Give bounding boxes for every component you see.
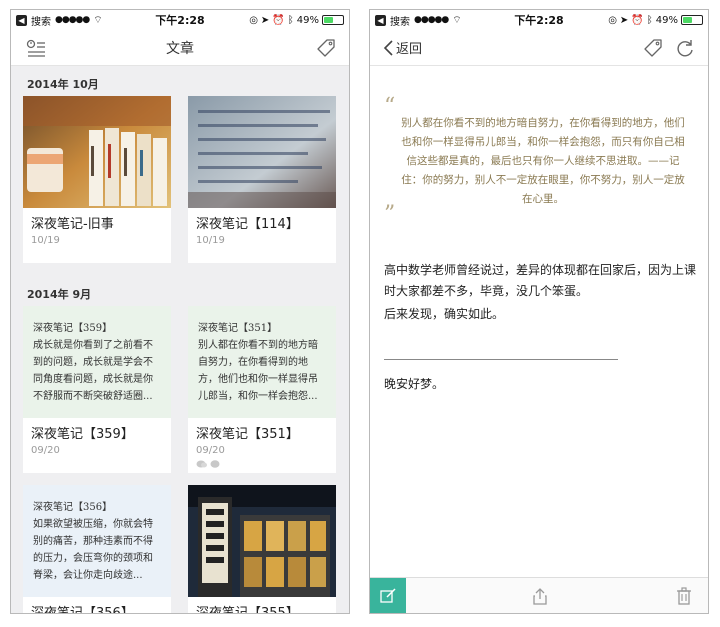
back-to-app-icon[interactable]: ◀: [16, 14, 27, 26]
status-time: 下午2:28: [514, 14, 564, 27]
lock-rotation-icon: ◎: [249, 14, 258, 26]
card-title: 深夜笔记【351】: [196, 427, 299, 442]
article-list-screen: ◀ 搜索 ●●●●● ⌔ 下午2:28 ◎ ➤ ⏰ ᛒ 49% 文章 2014年…: [10, 9, 350, 614]
share-icon[interactable]: [530, 586, 550, 606]
menu-list-icon[interactable]: [25, 37, 47, 59]
battery-icon: [322, 15, 344, 25]
carrier-label: 搜索: [31, 16, 51, 28]
chevron-left-icon: [383, 39, 393, 56]
divider: [384, 359, 618, 360]
quote-text: 别人都在你看不到的地方暗自努力，在你看得到的地方，他们也和你一样显得吊儿郎当，和…: [401, 117, 685, 205]
section-header-september: 2014年 9月: [27, 288, 92, 301]
page-title: 文章: [166, 40, 194, 57]
body-paragraph: 晚安好梦。: [384, 377, 445, 391]
card-title: 深夜笔记-旧事: [31, 217, 114, 232]
article-card[interactable]: 深夜笔记【114】 10/19: [188, 96, 336, 263]
body-paragraph: 高中数学老师曾经说过，差异的体现都在回家后，因为上课时大家都差不多，毕竟，没几个…: [384, 263, 697, 298]
article-card[interactable]: 深夜笔记【359】 成长就是你看到了之前看不到的问题，成长就是学会不同角度看问题…: [23, 306, 171, 473]
article-card[interactable]: 深夜笔记【356】 如果欲望被压缩，你就会特别的痛苦，那种违素而不得的压力，会压…: [23, 485, 171, 614]
bottom-toolbar: [370, 577, 708, 613]
card-date: 10/19: [196, 235, 225, 246]
refresh-icon[interactable]: [674, 37, 696, 59]
bookstore-photo: [188, 485, 336, 597]
signal-indicator: ●●●●●: [55, 15, 90, 25]
article-card[interactable]: 深夜笔记【355】: [188, 485, 336, 614]
alarm-icon: ⏰: [631, 14, 644, 26]
card-date: 09/20: [196, 445, 225, 456]
card-date: 09/20: [31, 445, 60, 456]
article-card[interactable]: 深夜笔记-旧事 10/19: [23, 96, 171, 263]
battery-icon: [681, 15, 703, 25]
back-button[interactable]: 返回: [382, 38, 422, 57]
card-title: 深夜笔记【359】: [31, 427, 134, 442]
card-preview-text: 深夜笔记【359】 成长就是你看到了之前看不到的问题，成长就是学会不同角度看问题…: [23, 306, 171, 418]
status-bar: ◀ 搜索 ●●●●● ⌔ 下午2:28 ◎ ➤ ⏰ ᛒ 49%: [11, 10, 349, 30]
section-header-october: 2014年 10月: [27, 78, 99, 91]
tag-icon[interactable]: [315, 37, 337, 59]
location-icon: ➤: [260, 14, 270, 26]
alarm-icon: ⏰: [272, 14, 285, 26]
card-title: 深夜笔记【355】: [196, 606, 299, 614]
lock-rotation-icon: ◎: [608, 14, 617, 26]
carrier-label: 搜索: [390, 16, 410, 28]
status-bar: ◀ 搜索 ●●●●● ⌔ 下午2:28 ◎ ➤ ⏰ ᛒ 49%: [370, 10, 708, 30]
status-time: 下午2:28: [155, 14, 205, 27]
bookshelf-photo: [23, 96, 171, 208]
body-paragraph: 后来发现，确实如此。: [384, 307, 505, 321]
nav-bar: 文章: [11, 30, 349, 66]
bluetooth-icon: ᛒ: [646, 14, 653, 26]
card-title: 深夜笔记【356】: [31, 606, 134, 614]
back-label: 返回: [396, 42, 423, 57]
open-quote-mark: “: [384, 94, 396, 119]
trash-icon[interactable]: [674, 586, 694, 606]
signal-indicator: ●●●●●: [414, 15, 449, 25]
nav-bar: 返回: [370, 30, 708, 66]
card-preview-text: 深夜笔记【356】 如果欲望被压缩，你就会特别的痛苦，那种违素而不得的压力，会压…: [23, 485, 171, 597]
article-card[interactable]: 深夜笔记【351】 别人都在你看不到的地方暗自努力，在你看得到的地方，他们也和你…: [188, 306, 336, 473]
card-preview-text: 深夜笔记【351】 别人都在你看不到的地方暗自努力，在你看得到的地方，他们也和你…: [188, 306, 336, 418]
wifi-icon: ⌔: [93, 14, 103, 26]
bluetooth-icon: ᛒ: [287, 14, 294, 26]
share-platform-icon: [196, 460, 220, 468]
article-detail-screen: ◀ 搜索 ●●●●● ⌔ 下午2:28 ◎ ➤ ⏰ ᛒ 49% 返回 “ 别人都…: [369, 9, 709, 614]
edit-button[interactable]: [370, 578, 406, 613]
close-quote-mark: ”: [384, 202, 396, 227]
card-date: 10/19: [31, 235, 60, 246]
location-icon: ➤: [619, 14, 629, 26]
card-title: 深夜笔记【114】: [196, 217, 299, 232]
handwritten-page-photo: [188, 96, 336, 208]
edit-icon: [380, 588, 396, 603]
battery-percent: 49%: [296, 14, 319, 26]
wifi-icon: ⌔: [452, 14, 462, 26]
back-to-app-icon[interactable]: ◀: [375, 14, 386, 26]
battery-percent: 49%: [655, 14, 678, 26]
tag-icon[interactable]: [642, 37, 664, 59]
